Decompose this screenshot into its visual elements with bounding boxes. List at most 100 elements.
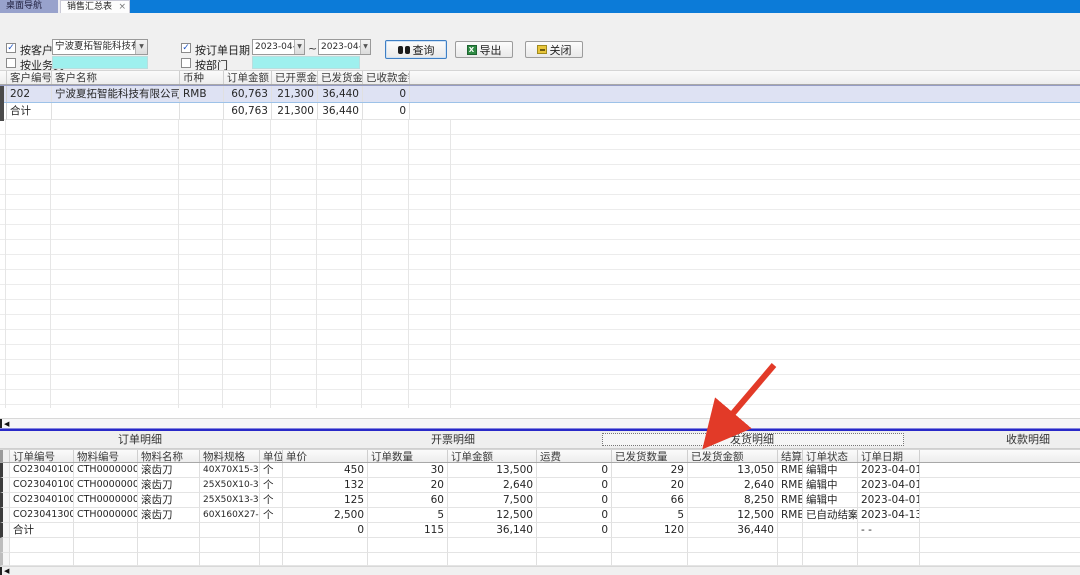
summary-row-202[interactable]: 202 宁波夏拓智能科技有限公司 RMB 60,763 21,300 36,44… — [0, 85, 1080, 103]
cell[interactable]: 60X160X27-30(16 — [200, 508, 260, 523]
cell[interactable]: 个 — [260, 493, 283, 508]
cell[interactable]: 8,250 — [688, 493, 778, 508]
cell[interactable]: 2023-04-01 — [858, 478, 920, 493]
header-order-amount[interactable]: 订单金额 — [224, 71, 272, 84]
header-unit[interactable]: 单位 — [260, 450, 283, 462]
cell[interactable] — [803, 523, 858, 538]
customer-combobox[interactable]: 宁波夏拓智能科技有限公 ▼ — [52, 39, 148, 55]
salesman-checkbox[interactable] — [6, 58, 16, 68]
cell[interactable]: 0 — [363, 103, 410, 120]
cell[interactable]: RMB — [778, 508, 803, 523]
department-checkbox[interactable] — [181, 58, 191, 68]
cell[interactable] — [260, 523, 283, 538]
cell[interactable]: 25X50X10-30(122 — [200, 478, 260, 493]
cell[interactable]: 0 — [363, 86, 410, 102]
scroll-left-icon[interactable]: ◀ — [4, 567, 9, 575]
salesman-input[interactable] — [52, 56, 148, 69]
cell[interactable]: CTH0000000021 — [74, 463, 138, 478]
header-customer-name[interactable]: 客户名称 — [52, 71, 180, 84]
summary-grid-hscrollbar[interactable]: ◀ — [0, 418, 1080, 428]
cell[interactable]: 2023-04-13 — [858, 508, 920, 523]
cell[interactable] — [52, 103, 180, 120]
cell[interactable]: 2023-04-01 — [858, 493, 920, 508]
cell[interactable]: RMB — [778, 463, 803, 478]
cell[interactable]: 125 — [283, 493, 368, 508]
cell[interactable]: RMB — [778, 493, 803, 508]
cell[interactable]: 25X50X13-30(122 — [200, 493, 260, 508]
close-icon[interactable]: × — [118, 1, 126, 14]
cell[interactable]: 5 — [612, 508, 688, 523]
header-currency[interactable]: 币种 — [180, 71, 224, 84]
cell[interactable]: 12,500 — [688, 508, 778, 523]
cell[interactable]: 20 — [612, 478, 688, 493]
cell[interactable]: 合计 — [10, 523, 74, 538]
detail-row[interactable]: CO230413002 CTH0000000258 滚齿刀 60X160X27-… — [0, 508, 1080, 523]
header-material-no[interactable]: 物料编号 — [74, 450, 138, 462]
cell[interactable]: 个 — [260, 508, 283, 523]
cell[interactable]: 个 — [260, 478, 283, 493]
detail-row[interactable]: CO230401002 CTH0000000021 滚齿刀 40X70X15-3… — [0, 463, 1080, 478]
cell[interactable]: 0 — [537, 493, 612, 508]
header-customer-no[interactable]: 客户编号 — [7, 71, 52, 84]
detail-row[interactable]: CO230401002 CTH0000000208 滚齿刀 25X50X10-3… — [0, 478, 1080, 493]
cell[interactable]: 宁波夏拓智能科技有限公司 — [52, 86, 180, 102]
cell[interactable]: RMB — [180, 86, 224, 102]
cell[interactable]: 36,440 — [688, 523, 778, 538]
cell[interactable]: 7,500 — [448, 493, 537, 508]
cell[interactable]: 30 — [368, 463, 448, 478]
cell[interactable]: 36,440 — [318, 86, 363, 102]
cell[interactable]: 132 — [283, 478, 368, 493]
summary-total-row[interactable]: 合计 60,763 21,300 36,440 0 — [0, 103, 1080, 120]
cell[interactable]: 滚齿刀 — [138, 463, 200, 478]
chevron-down-icon[interactable]: ▼ — [294, 40, 304, 54]
chevron-down-icon[interactable]: ▼ — [135, 40, 147, 54]
tab-order-detail[interactable]: 订单明细 — [118, 431, 162, 449]
cell[interactable]: CO230401002 — [10, 463, 74, 478]
cell[interactable]: 36,140 — [448, 523, 537, 538]
export-button[interactable]: X 导出 — [455, 41, 513, 58]
cell[interactable]: 2023-04-01 — [858, 463, 920, 478]
cell[interactable]: CTH0000000258 — [74, 508, 138, 523]
cell[interactable]: - - — [858, 523, 920, 538]
header-order-qty[interactable]: 订单数量 — [368, 450, 448, 462]
tab-receipt-detail[interactable]: 收款明细 — [1006, 431, 1050, 449]
cell[interactable]: 0 — [537, 508, 612, 523]
header-freight[interactable]: 运费 — [537, 450, 612, 462]
tab-sales-summary[interactable]: 销售汇总表 × — [60, 0, 130, 13]
cell[interactable]: 0 — [283, 523, 368, 538]
cell[interactable]: 已自动结案 — [803, 508, 858, 523]
detail-total-row[interactable]: 合计 0 115 36,140 0 120 36,440 - - — [0, 523, 1080, 538]
header-material-spec[interactable]: 物料规格 — [200, 450, 260, 462]
cell[interactable]: 2,640 — [448, 478, 537, 493]
header-order-date[interactable]: 订单日期 — [858, 450, 920, 462]
cell[interactable]: 115 — [368, 523, 448, 538]
cell[interactable]: 40X70X15-30(122 — [200, 463, 260, 478]
cell[interactable]: 2,640 — [688, 478, 778, 493]
cell[interactable]: 450 — [283, 463, 368, 478]
header-settle-currency[interactable]: 结算币 — [778, 450, 803, 462]
cell[interactable] — [778, 523, 803, 538]
cell[interactable]: 36,440 — [318, 103, 363, 120]
cell[interactable]: CTH0000000209 — [74, 493, 138, 508]
header-order-amount[interactable]: 订单金额 — [448, 450, 537, 462]
chevron-down-icon[interactable]: ▼ — [360, 40, 370, 54]
cell[interactable]: 编辑中 — [803, 478, 858, 493]
cell[interactable]: 60,763 — [224, 86, 272, 102]
header-order-no[interactable]: 订单编号 — [10, 450, 74, 462]
cell[interactable]: 60 — [368, 493, 448, 508]
cell[interactable]: 5 — [368, 508, 448, 523]
cell[interactable]: CTH0000000208 — [74, 478, 138, 493]
cell[interactable]: CO230401002 — [10, 493, 74, 508]
header-invoiced-amount[interactable]: 已开票金额 — [272, 71, 318, 84]
order-date-to-combobox[interactable]: 2023-04-25 ▼ — [318, 39, 371, 55]
cell[interactable]: 20 — [368, 478, 448, 493]
cell[interactable]: 12,500 — [448, 508, 537, 523]
cell[interactable]: 66 — [612, 493, 688, 508]
cell[interactable]: 合计 — [7, 103, 52, 120]
cell[interactable]: 202 — [7, 86, 52, 102]
scroll-left-icon[interactable]: ◀ — [4, 420, 9, 428]
detail-grid-hscrollbar[interactable]: ◀ — [0, 566, 1080, 575]
order-date-checkbox[interactable]: ✓ — [181, 43, 191, 53]
cell[interactable]: RMB — [778, 478, 803, 493]
cell[interactable]: 滚齿刀 — [138, 493, 200, 508]
